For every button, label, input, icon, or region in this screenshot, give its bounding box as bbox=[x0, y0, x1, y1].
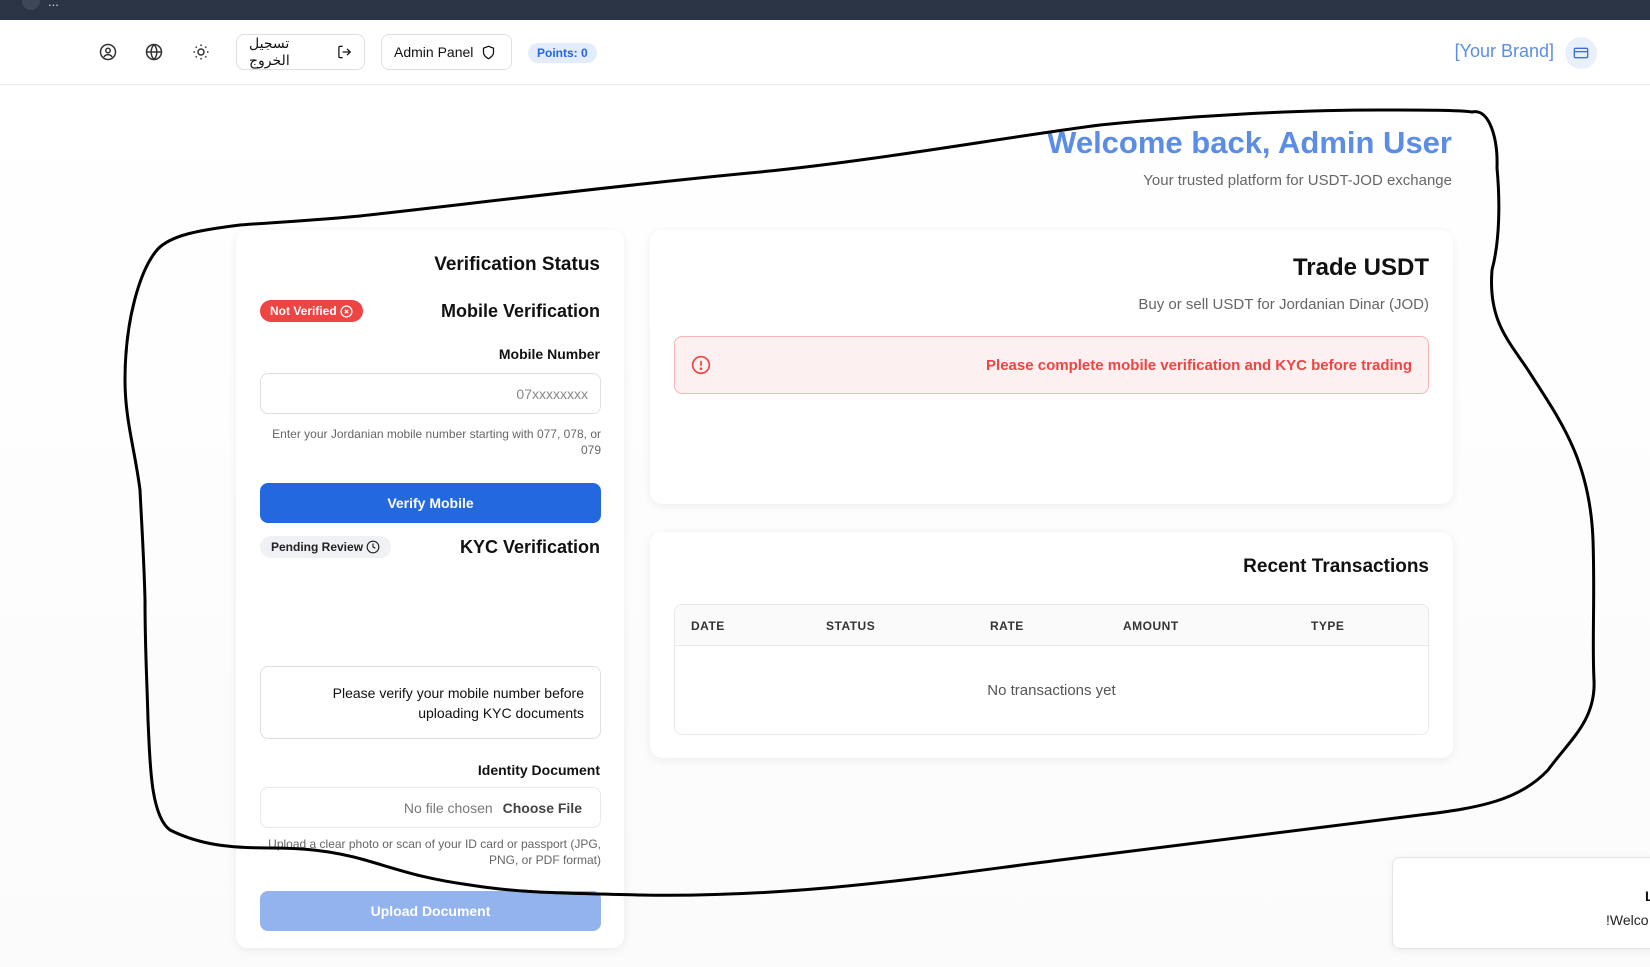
credit-card-icon[interactable] bbox=[1565, 37, 1597, 69]
trade-card: Trade USDT Buy or sell USDT for Jordania… bbox=[650, 230, 1453, 504]
clock-icon bbox=[366, 540, 380, 554]
identity-document-label: Identity Document bbox=[477, 762, 600, 778]
points-badge: Points: 0 bbox=[528, 43, 597, 63]
mobile-verification-header: Not Verified Mobile Verification bbox=[260, 300, 600, 322]
mobile-number-label: Mobile Number bbox=[498, 346, 600, 362]
kyc-verification-heading: KYC Verification bbox=[459, 536, 600, 557]
toast-message: !Welco bbox=[1606, 912, 1649, 928]
not-verified-label: Not Verified bbox=[270, 304, 337, 318]
trade-subtitle: Buy or sell USDT for Jordanian Dinar (JO… bbox=[1138, 296, 1429, 313]
kyc-hint: Upload a clear photo or scan of your ID … bbox=[268, 837, 601, 867]
alert-circle-icon bbox=[691, 355, 711, 375]
site-icon bbox=[22, 0, 40, 10]
no-file-chosen: No file chosen bbox=[403, 799, 493, 816]
pending-review-badge: Pending Review bbox=[260, 536, 392, 558]
globe-icon[interactable] bbox=[141, 39, 167, 65]
navbar: تسجيل الخروج Admin Panel Points: 0 [Your… bbox=[0, 20, 1650, 85]
main-content: Welcome back, Admin User Your trusted pl… bbox=[0, 85, 1650, 967]
mobile-verification-heading: Mobile Verification bbox=[440, 300, 600, 321]
logout-icon bbox=[338, 45, 352, 59]
sun-icon[interactable] bbox=[188, 39, 214, 65]
column-type[interactable]: TYPE bbox=[1311, 619, 1344, 633]
mobile-number-input[interactable] bbox=[261, 374, 600, 413]
brand-logo[interactable]: [Your Brand] bbox=[1455, 41, 1554, 62]
empty-state: No transactions yet bbox=[675, 646, 1428, 734]
shield-icon bbox=[483, 45, 495, 59]
column-amount[interactable]: AMOUNT bbox=[1123, 619, 1179, 633]
welcome-heading: Welcome back, Admin User bbox=[1047, 125, 1452, 160]
admin-panel-label: Admin Panel bbox=[394, 44, 474, 60]
toast-title: L bbox=[1645, 888, 1650, 904]
verification-card: Verification Status Not Verified Mobile … bbox=[236, 230, 624, 948]
logout-label: تسجيل الخروج bbox=[249, 35, 290, 68]
transactions-title: Recent Transactions bbox=[1243, 556, 1429, 577]
pending-review-label: Pending Review bbox=[271, 540, 364, 554]
transactions-card: Recent Transactions DATE STATUS RATE AMO… bbox=[650, 532, 1453, 758]
logout-button[interactable]: تسجيل الخروج bbox=[236, 34, 365, 70]
column-rate[interactable]: RATE bbox=[990, 619, 1024, 633]
trade-alert-message: Please complete mobile verification and … bbox=[986, 356, 1412, 374]
choose-file-button[interactable]: Choose File bbox=[503, 800, 582, 816]
tagline: Your trusted platform for USDT-JOD excha… bbox=[1143, 172, 1452, 189]
transactions-table: DATE STATUS RATE AMOUNT TYPE No transact… bbox=[674, 604, 1429, 735]
admin-panel-button[interactable]: Admin Panel bbox=[381, 34, 512, 70]
verify-mobile-button[interactable]: Verify Mobile bbox=[260, 483, 601, 523]
verification-title: Verification Status bbox=[434, 254, 600, 275]
column-date[interactable]: DATE bbox=[691, 619, 725, 633]
column-status[interactable]: STATUS bbox=[826, 619, 875, 633]
identity-document-file-input[interactable]: No file chosen Choose File bbox=[260, 787, 601, 828]
kyc-notice: Please verify your mobile number before … bbox=[260, 666, 601, 739]
browser-strip: ... bbox=[0, 0, 1650, 20]
table-header: DATE STATUS RATE AMOUNT TYPE bbox=[675, 605, 1428, 646]
mobile-number-field[interactable] bbox=[260, 373, 601, 414]
toast-notification[interactable]: L !Welco bbox=[1392, 857, 1650, 949]
x-circle-icon bbox=[340, 304, 353, 318]
trade-alert: Please complete mobile verification and … bbox=[674, 336, 1429, 394]
trade-title: Trade USDT bbox=[1292, 254, 1429, 281]
not-verified-badge: Not Verified bbox=[260, 300, 363, 322]
upload-document-button[interactable]: Upload Document bbox=[260, 891, 601, 931]
browser-url[interactable]: ... bbox=[48, 0, 59, 9]
mobile-hint: Enter your Jordanian mobile number start… bbox=[272, 427, 601, 457]
user-circle-icon[interactable] bbox=[95, 39, 121, 65]
kyc-verification-header: Pending Review KYC Verification bbox=[260, 536, 600, 558]
